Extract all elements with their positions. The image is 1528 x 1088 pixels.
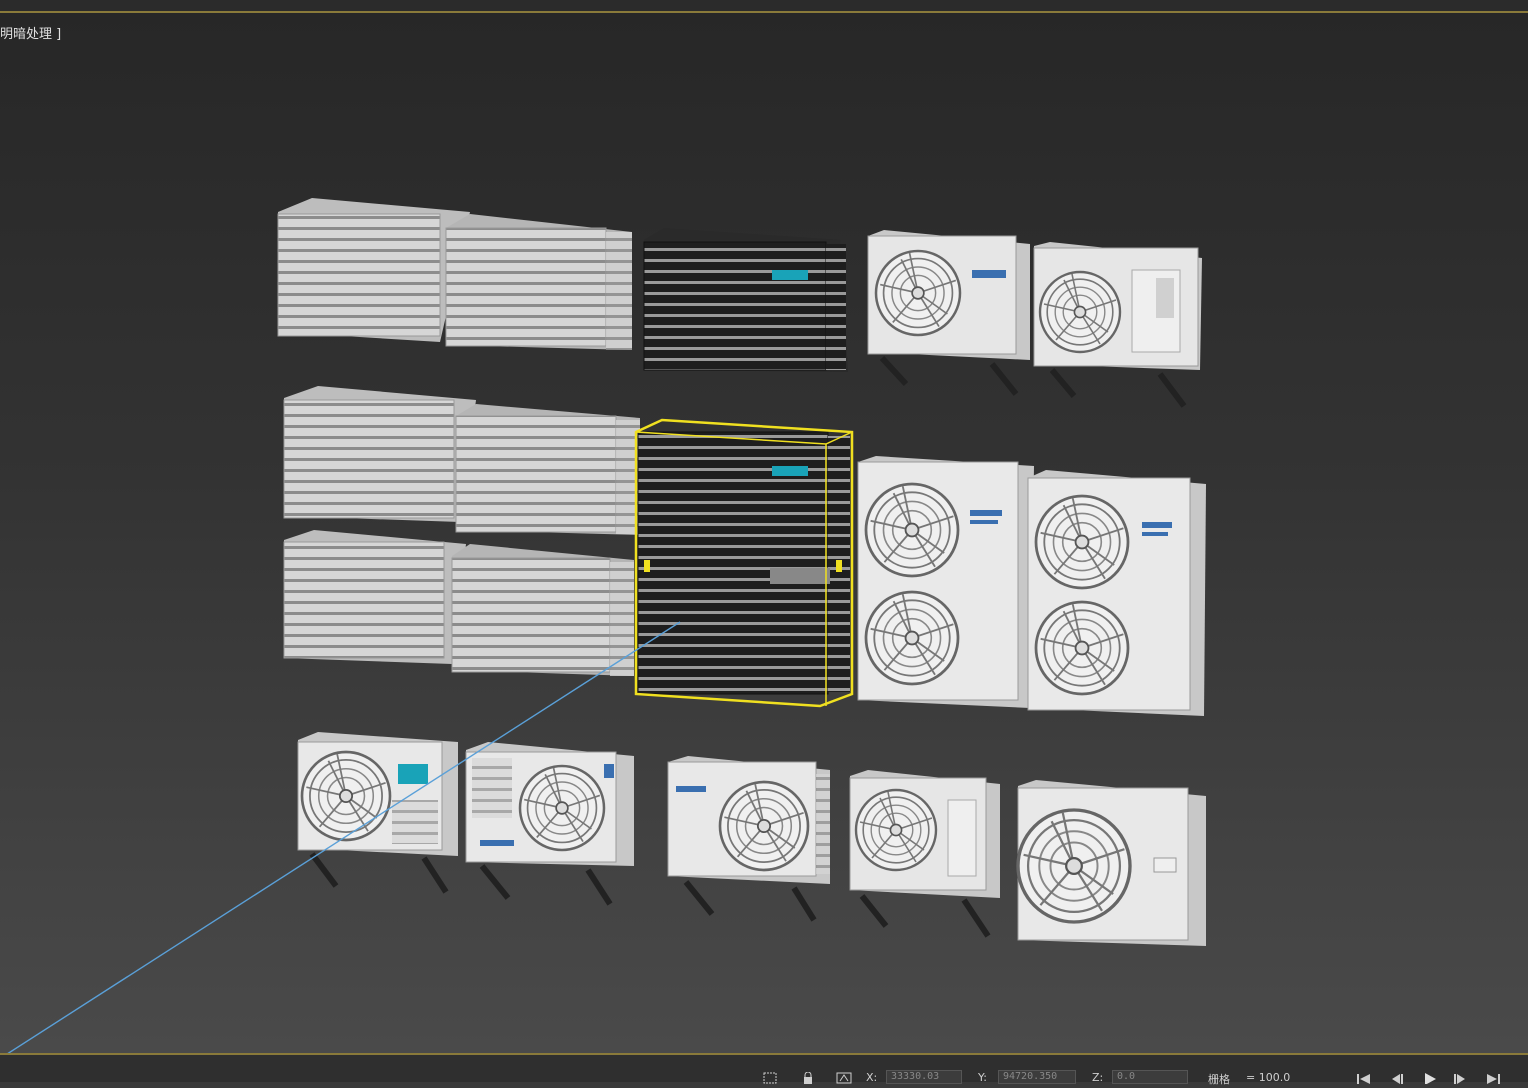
selected-ac-cover-unit[interactable] — [634, 418, 854, 708]
grid-value: = 100.0 — [1246, 1071, 1291, 1084]
ac-cover-unit-6[interactable] — [451, 544, 634, 676]
perspective-viewport[interactable]: 明暗处理 ] — [0, 13, 1528, 1053]
x-coord-field[interactable]: 33330.03 — [886, 1070, 962, 1084]
go-start-icon[interactable] — [1356, 1069, 1372, 1084]
ac-cover-unit-1[interactable] — [277, 198, 470, 342]
absolute-mode-icon[interactable] — [836, 1069, 852, 1084]
z-coord-label: Z: — [1092, 1071, 1104, 1084]
ac-outdoor-unit-large-1[interactable] — [857, 456, 1034, 708]
ac-outdoor-unit-7[interactable] — [1016, 780, 1206, 946]
ac-cover-unit-5[interactable] — [283, 530, 466, 664]
go-end-icon[interactable] — [1486, 1069, 1502, 1084]
ac-outdoor-unit-1[interactable] — [867, 230, 1030, 396]
ac-cover-unit-dark-1[interactable] — [643, 228, 848, 372]
ac-cover-unit-2[interactable] — [445, 214, 632, 350]
grid-label: 栅格 — [1208, 1073, 1230, 1086]
ac-outdoor-unit-2[interactable] — [1033, 242, 1202, 408]
ac-outdoor-unit-3[interactable] — [297, 732, 458, 894]
play-icon[interactable] — [1422, 1069, 1438, 1085]
prev-frame-icon[interactable] — [1390, 1069, 1406, 1084]
select-icon[interactable] — [762, 1069, 778, 1084]
y-coord-field[interactable]: 94720.350 — [998, 1070, 1076, 1084]
ac-cover-unit-4[interactable] — [455, 404, 640, 535]
top-toolbar-strip — [0, 0, 1528, 13]
status-bar: X: 33330.03 Y: 94720.350 Z: 0.0 栅格 = 100… — [0, 1053, 1528, 1086]
z-coord-field[interactable]: 0.0 — [1112, 1070, 1188, 1084]
ac-outdoor-unit-6[interactable] — [849, 770, 1000, 938]
ac-outdoor-unit-5[interactable] — [667, 756, 830, 922]
ac-outdoor-unit-large-2[interactable] — [1027, 470, 1206, 716]
lock-icon[interactable] — [800, 1069, 816, 1084]
y-coord-label: Y: — [978, 1071, 987, 1084]
ac-outdoor-unit-4[interactable] — [465, 742, 634, 906]
scene-canvas[interactable] — [0, 13, 1528, 1053]
ac-cover-unit-3[interactable] — [283, 386, 476, 522]
next-frame-icon[interactable] — [1452, 1069, 1468, 1084]
x-coord-label: X: — [866, 1071, 878, 1084]
